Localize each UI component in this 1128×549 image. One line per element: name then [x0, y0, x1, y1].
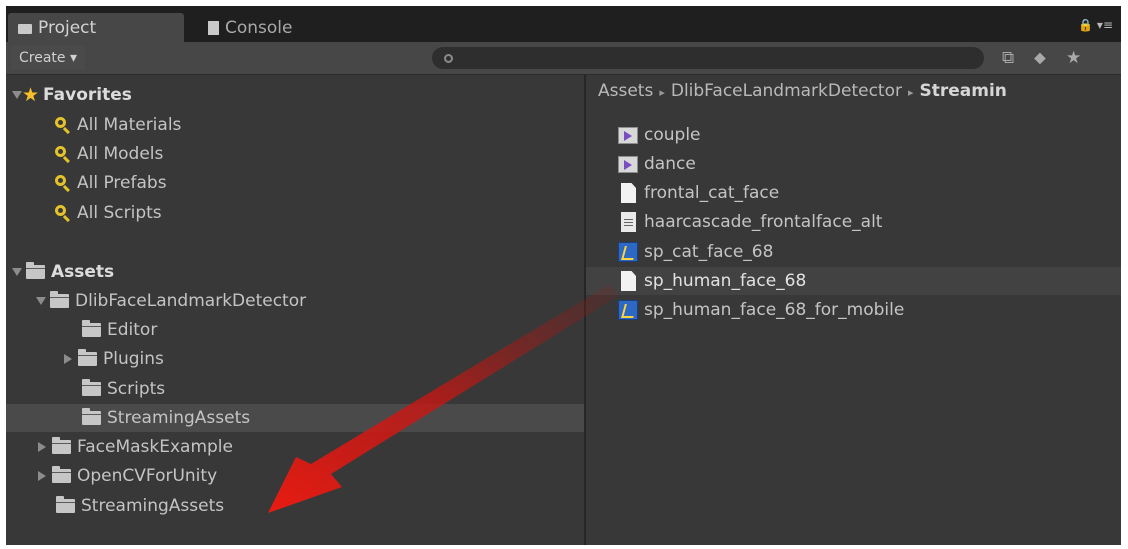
file-name: haarcascade_frontalface_alt: [644, 212, 883, 232]
create-button[interactable]: Create ▾: [11, 46, 85, 70]
folder-icon: [82, 379, 101, 396]
file-item[interactable]: couple: [586, 121, 1121, 149]
tree-item-label: FaceMaskExample: [77, 437, 233, 457]
expand-arrow-icon[interactable]: [64, 354, 72, 364]
expand-arrow-icon[interactable]: [38, 471, 46, 481]
search-icon: [54, 174, 72, 192]
favorite-item[interactable]: All Models: [6, 140, 584, 168]
tree-item-plugins[interactable]: Plugins: [6, 345, 584, 373]
favorite-label: All Scripts: [77, 203, 162, 223]
tree-item-label: DlibFaceLandmarkDetector: [75, 291, 307, 311]
search-icon: [54, 116, 72, 134]
tree-item-label: Assets: [51, 262, 115, 282]
file-name: sp_cat_face_68: [644, 242, 774, 262]
search-field[interactable]: [432, 47, 984, 69]
favorite-item[interactable]: All Materials: [6, 111, 584, 139]
tab-bar: Project Console 🔒 ▾≡: [6, 6, 1121, 42]
breadcrumb: Assets ▸ DlibFaceLandmarkDetector ▸ Streamin: [598, 81, 1007, 101]
breadcrumb-item[interactable]: Assets: [598, 81, 653, 101]
tab-project[interactable]: Project: [8, 13, 184, 42]
tree-item-assets[interactable]: Assets: [6, 258, 584, 286]
context-menu-icon[interactable]: ▾≡: [1097, 18, 1113, 32]
file-list-pane: Assets ▸ DlibFaceLandmarkDetector ▸ Streamin…: [586, 75, 1121, 545]
file-item[interactable]: sp_human_face_68_for_mobile: [586, 296, 1121, 324]
tree-item-label: Favorites: [43, 85, 132, 105]
tree-item-label: StreamingAssets: [107, 408, 251, 428]
tree-item-opencvforunity[interactable]: OpenCVForUnity: [6, 462, 584, 490]
expand-arrow-icon[interactable]: [12, 268, 22, 276]
binary-file-icon: [618, 242, 638, 262]
filter-by-label-icon[interactable]: ⬥: [1034, 48, 1046, 68]
tree-item-favorites[interactable]: ★ Favorites: [6, 81, 584, 109]
binary-file-icon: [618, 300, 638, 320]
breadcrumb-separator: ▸: [659, 86, 665, 99]
search-icon: [54, 145, 72, 163]
favorite-label: All Models: [77, 144, 164, 164]
search-icon: [54, 204, 72, 222]
file-name: sp_human_face_68_for_mobile: [644, 300, 905, 320]
file-item[interactable]: sp_cat_face_68: [586, 238, 1121, 266]
expand-arrow-icon[interactable]: [12, 91, 22, 99]
file-name: dance: [644, 154, 696, 174]
folder-icon: [82, 320, 101, 337]
tree-item-dlib[interactable]: DlibFaceLandmarkDetector: [6, 287, 584, 315]
folder-icon: [82, 408, 101, 425]
document-icon: [621, 271, 636, 291]
folder-icon: [50, 291, 69, 308]
favorite-label: All Prefabs: [77, 173, 167, 193]
expand-arrow-icon[interactable]: [38, 442, 46, 452]
tree-item-dlib-streamingassets[interactable]: StreamingAssets: [6, 404, 584, 432]
file-name: sp_human_face_68: [644, 271, 807, 291]
favorite-item[interactable]: All Prefabs: [6, 169, 584, 197]
breadcrumb-current[interactable]: Streamin: [920, 81, 1007, 101]
tab-menu[interactable]: 🔒 ▾≡: [1078, 18, 1113, 32]
lock-icon[interactable]: 🔒: [1078, 18, 1093, 32]
folder-icon: [52, 437, 71, 454]
tree-item-scripts[interactable]: Scripts: [6, 375, 584, 403]
project-window: Project Console 🔒 ▾≡ Create ▾ ⧉ ⬥ ★ ★ Fa…: [6, 6, 1121, 545]
tree-item-label: OpenCVForUnity: [77, 466, 218, 486]
tree-item-streamingassets[interactable]: StreamingAssets: [6, 492, 584, 520]
console-icon: [208, 20, 219, 35]
search-icon: [444, 53, 453, 63]
tab-project-label: Project: [38, 17, 97, 38]
toolbar: Create ▾ ⧉ ⬥ ★: [6, 42, 1121, 75]
favorite-item[interactable]: All Scripts: [6, 199, 584, 227]
breadcrumb-item[interactable]: DlibFaceLandmarkDetector: [671, 81, 902, 101]
document-icon: [621, 183, 636, 203]
file-item[interactable]: frontal_cat_face: [586, 179, 1121, 207]
tree-item-editor[interactable]: Editor: [6, 316, 584, 344]
file-item[interactable]: dance: [586, 150, 1121, 178]
folder-icon: [18, 23, 32, 34]
text-file-icon: [621, 212, 636, 232]
folder-icon: [52, 466, 71, 483]
filter-by-type-icon[interactable]: ⧉: [1002, 48, 1014, 68]
tree-item-label: Plugins: [103, 349, 164, 369]
tree-item-label: Editor: [107, 320, 158, 340]
folder-icon: [56, 496, 75, 513]
breadcrumb-separator: ▸: [907, 86, 914, 99]
expand-arrow-icon[interactable]: [36, 297, 46, 305]
video-icon: [618, 126, 638, 144]
tree-item-facemaskexample[interactable]: FaceMaskExample: [6, 433, 584, 461]
tree-item-label: StreamingAssets: [81, 496, 225, 516]
star-icon: ★: [22, 83, 40, 106]
tab-console[interactable]: Console: [198, 13, 328, 42]
folder-icon: [26, 262, 45, 279]
file-name: frontal_cat_face: [644, 183, 780, 203]
folder-tree: ★ Favorites All Materials All Models All…: [6, 75, 584, 545]
video-icon: [618, 155, 638, 173]
folder-icon: [78, 349, 97, 366]
tree-item-label: Scripts: [107, 379, 166, 399]
star-icon[interactable]: ★: [1066, 48, 1081, 68]
tab-console-label: Console: [225, 17, 293, 38]
file-item-selected[interactable]: sp_human_face_68: [586, 267, 1121, 295]
file-name: couple: [644, 125, 701, 145]
favorite-label: All Materials: [77, 115, 182, 135]
file-item[interactable]: haarcascade_frontalface_alt: [586, 208, 1121, 236]
